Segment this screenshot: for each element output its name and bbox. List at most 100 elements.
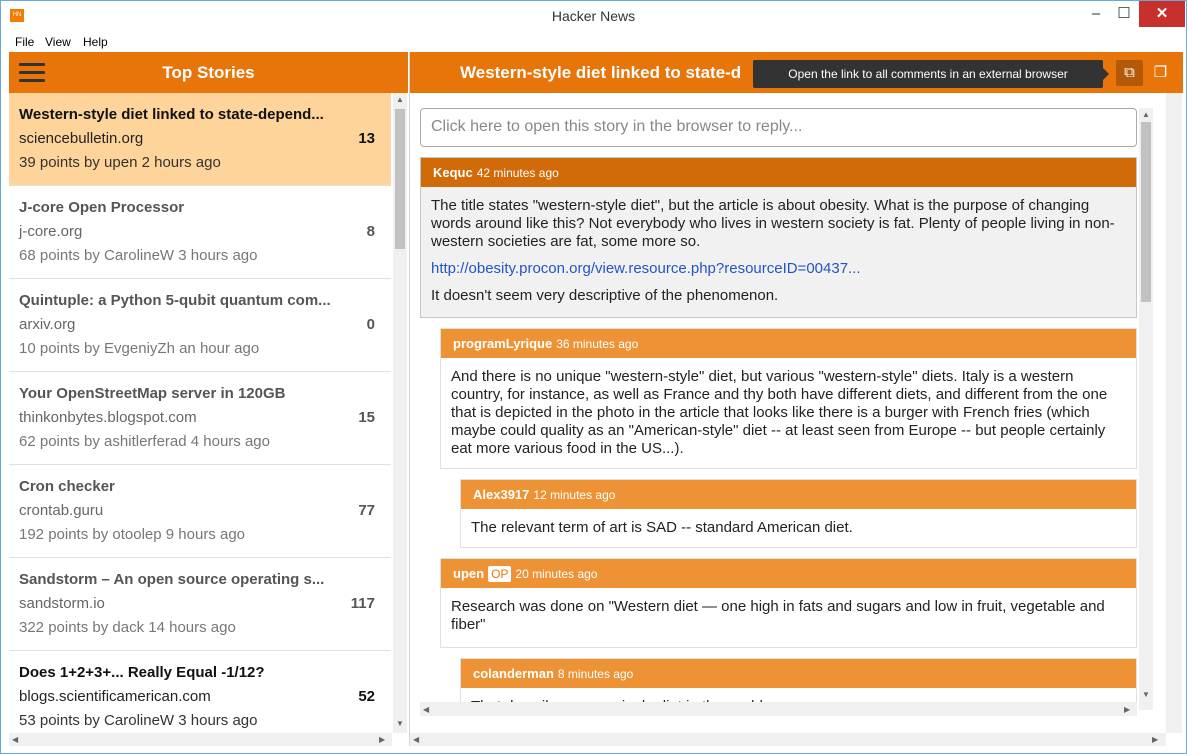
external-link-icon: ⧉ — [1124, 64, 1135, 81]
comment: Alex3917 12 minutes ago The relevant term… — [460, 479, 1137, 548]
comment-count: 15 — [358, 409, 375, 426]
comment-count: 8 — [366, 223, 375, 240]
scroll-left-arrow-icon[interactable]: ◀ — [423, 705, 429, 714]
comment: upen OP 20 minutes ago Research was done o… — [440, 558, 1137, 648]
comment-age: 20 minutes ago — [515, 567, 598, 581]
scroll-left-arrow-icon[interactable]: ◀ — [12, 735, 18, 744]
scroll-up-arrow-icon[interactable]: ▲ — [396, 95, 404, 104]
reply-field[interactable]: Click here to open this story in the bro… — [420, 108, 1137, 147]
scrollbar-thumb[interactable] — [395, 109, 405, 249]
story-list: Western-style diet linked to state-depen… — [9, 93, 391, 733]
comment-age: 36 minutes ago — [556, 337, 639, 351]
comment-age: 8 minutes ago — [557, 667, 634, 681]
comment-body: The title states "western-style diet", b… — [421, 187, 1136, 317]
comment-header: Alex3917 12 minutes ago — [461, 480, 1136, 509]
story-domain: blogs.scientificamerican.com — [19, 688, 211, 705]
scroll-right-arrow-icon[interactable]: ▶ — [1152, 735, 1158, 744]
story-item[interactable]: J-core Open Processor j-core.org 68 poin… — [9, 186, 391, 279]
story-title: Western-style diet linked to state-depen… — [19, 106, 324, 123]
story-heading: Western-style diet linked to state-d — [460, 63, 742, 82]
story-meta: 192 points by otoolep 9 hours ago — [19, 526, 246, 543]
comment-header: colanderman 8 minutes ago — [461, 659, 1136, 688]
scroll-up-arrow-icon[interactable]: ▲ — [1142, 110, 1150, 119]
comment-age: 42 minutes ago — [476, 166, 559, 180]
story-domain: crontab.guru — [19, 502, 104, 519]
story-domain: sandstorm.io — [19, 595, 105, 612]
story-title: J-core Open Processor — [19, 199, 185, 216]
scroll-down-arrow-icon[interactable]: ▼ — [396, 719, 404, 728]
comment-thread: Kequc 42 minutes ago The title states "we… — [410, 152, 1139, 709]
open-external-button[interactable]: ⧉ — [1116, 60, 1143, 86]
maximize-button[interactable]: ☐ — [1111, 1, 1137, 27]
window-title: Hacker News — [551, 8, 636, 24]
comment-count: 13 — [358, 130, 375, 147]
stories-header: Top Stories — [9, 52, 408, 93]
story-meta: 68 points by CarolineW 3 hours ago — [19, 247, 258, 264]
comment-author[interactable]: Kequc — [433, 165, 473, 180]
story-list-scrollbar[interactable]: ▲ ▼ — [393, 93, 407, 733]
comment-count: 0 — [366, 316, 375, 333]
comment-link[interactable]: http://obesity.procon.org/view.resource.… — [431, 260, 861, 277]
comment-count: 117 — [350, 595, 375, 612]
story-list-hscrollbar[interactable]: ◀ ▶ — [9, 733, 392, 746]
copy-button[interactable]: ❐ — [1147, 60, 1174, 86]
story-item[interactable]: Western-style diet linked to state-depen… — [9, 93, 391, 186]
title-bar[interactable]: HN Hacker News – ☐ ✕ — [1, 1, 1186, 31]
tooltip: Open the link to all comments in an exte… — [753, 60, 1109, 88]
pane-scrollbar[interactable] — [1166, 93, 1182, 733]
app-window: HN Hacker News – ☐ ✕ File View Help Top … — [0, 0, 1187, 754]
story-item[interactable]: Quintuple: a Python 5-qubit quantum com.… — [9, 279, 391, 372]
menu-help[interactable]: Help — [83, 35, 108, 49]
comment-text: Research was done on "Western diet — one… — [451, 598, 1105, 633]
comment-author[interactable]: upen — [453, 566, 484, 581]
comment: programLyrique 36 minutes ago And there i… — [440, 328, 1137, 469]
scrollbar-thumb[interactable] — [1141, 122, 1151, 302]
comment-header: programLyrique 36 minutes ago — [441, 329, 1136, 358]
story-meta: 322 points by dack 14 hours ago — [19, 619, 236, 636]
pane-hscrollbar[interactable]: ◀ ▶ — [410, 733, 1166, 746]
comment-author[interactable]: Alex3917 — [473, 487, 529, 502]
story-title: Cron checker — [19, 478, 115, 495]
menu-file[interactable]: File — [15, 35, 34, 49]
story-meta: 62 points by ashitlerferad 4 hours ago — [19, 433, 270, 450]
story-item[interactable]: Sandstorm – An open source operating s..… — [9, 558, 391, 651]
scroll-right-arrow-icon[interactable]: ▶ — [379, 735, 385, 744]
story-domain: j-core.org — [19, 223, 83, 240]
copy-icon: ❐ — [1153, 64, 1168, 81]
story-meta: 39 points by upen 2 hours ago — [19, 154, 221, 171]
story-meta: 53 points by CarolineW 3 hours ago — [19, 712, 258, 729]
comment-count: 77 — [358, 502, 375, 519]
close-button[interactable]: ✕ — [1139, 1, 1185, 27]
scroll-left-arrow-icon[interactable]: ◀ — [413, 735, 419, 744]
story-domain: sciencebulletin.org — [19, 130, 144, 147]
story-item[interactable]: Does 1+2+3+... Really Equal -1/12? blogs… — [9, 651, 391, 733]
story-domain: arxiv.org — [19, 316, 76, 333]
story-title: Does 1+2+3+... Really Equal -1/12? — [19, 664, 265, 681]
scroll-right-arrow-icon[interactable]: ▶ — [1124, 705, 1130, 714]
comment-header: upen OP 20 minutes ago — [441, 559, 1136, 588]
story-domain: thinkonbytes.blogspot.com — [19, 409, 197, 426]
story-item[interactable]: Cron checker crontab.guru 192 points by … — [9, 465, 391, 558]
comment-author[interactable]: programLyrique — [453, 336, 552, 351]
comments-header: Western-style diet linked to state-d Ope… — [410, 52, 1183, 93]
minimize-button[interactable]: – — [1083, 1, 1109, 27]
comment-header: Kequc 42 minutes ago — [421, 158, 1136, 187]
op-badge: OP — [488, 566, 512, 582]
comment-text: The relevant term of art is SAD -- stand… — [471, 519, 853, 536]
stories-title: Top Stories — [162, 63, 255, 82]
comments-pane: Western-style diet linked to state-d Ope… — [409, 52, 1183, 746]
menu-bar: File View Help — [2, 32, 1185, 52]
comments-hscrollbar[interactable]: ◀ ▶ — [420, 702, 1137, 716]
comment: Kequc 42 minutes ago The title states "we… — [420, 157, 1137, 318]
comment-text: And there is no unique "western-style" d… — [451, 368, 1108, 457]
comments-scrollbar[interactable]: ▲ ▼ — [1139, 108, 1153, 710]
stories-pane: Top Stories Western-style diet linked to… — [9, 52, 408, 746]
comment-author[interactable]: colanderman — [473, 666, 554, 681]
scroll-down-arrow-icon[interactable]: ▼ — [1142, 690, 1150, 699]
menu-view[interactable]: View — [45, 35, 71, 49]
story-meta: 10 points by EvgeniyZh an hour ago — [19, 340, 260, 357]
story-title: Quintuple: a Python 5-qubit quantum com.… — [19, 292, 331, 309]
comment-count: 52 — [358, 688, 375, 705]
story-item[interactable]: Your OpenStreetMap server in 120GB think… — [9, 372, 391, 465]
comment-age: 12 minutes ago — [533, 488, 616, 502]
